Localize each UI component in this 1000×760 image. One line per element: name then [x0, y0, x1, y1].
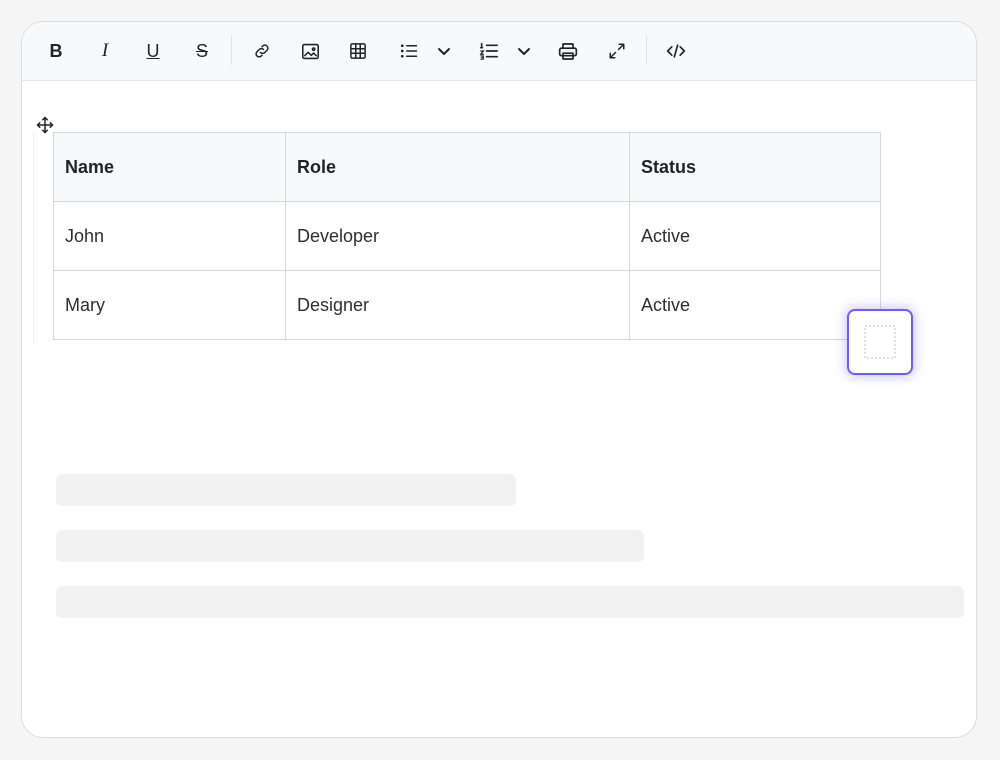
fullscreen-icon	[609, 43, 625, 59]
table-header-row: Name Role Status	[53, 132, 881, 202]
resize-grip-icon	[864, 325, 896, 359]
table-resize-handle[interactable]	[847, 309, 913, 375]
code-icon	[666, 44, 686, 58]
table-cell[interactable]: John	[53, 201, 286, 271]
toolbar-separator	[231, 35, 232, 65]
table-cell[interactable]: Active	[629, 201, 881, 271]
underline-icon: U	[146, 40, 160, 61]
print-icon	[558, 42, 578, 60]
table-header-cell[interactable]: Name	[53, 132, 286, 202]
data-table: Name Role Status John Developer Active M…	[53, 132, 881, 340]
table-cell[interactable]: Developer	[285, 201, 630, 271]
image-button[interactable]	[298, 37, 322, 65]
link-button[interactable]	[250, 37, 274, 65]
toolbar-separator	[646, 35, 647, 65]
bullet-list-dropdown[interactable]	[433, 37, 455, 65]
skeleton-line	[56, 530, 644, 562]
move-icon	[36, 116, 54, 134]
numbered-list-icon	[479, 42, 498, 60]
italic-icon: I	[101, 40, 109, 61]
strikethrough-button[interactable]: S	[190, 37, 214, 65]
source-code-button[interactable]	[664, 37, 688, 65]
table-header-cell[interactable]: Status	[629, 132, 881, 202]
table-cell[interactable]: Mary	[53, 270, 286, 340]
numbered-list-button[interactable]	[477, 37, 501, 65]
table-header-cell[interactable]: Role	[285, 132, 630, 202]
underline-button[interactable]: U	[141, 37, 165, 65]
table-row: John Developer Active	[53, 201, 881, 271]
numbered-list-dropdown[interactable]	[513, 37, 535, 65]
skeleton-line	[56, 586, 964, 618]
table-row: Mary Designer Active	[53, 270, 881, 340]
rich-text-editor[interactable]: B I U S Name Role Status John Developer …	[21, 21, 977, 738]
bold-button[interactable]: B	[44, 37, 68, 65]
chevron-down-icon	[438, 48, 450, 55]
strikethrough-icon: S	[195, 40, 208, 61]
bullet-list-icon	[400, 44, 418, 58]
link-icon	[255, 44, 269, 58]
image-icon	[301, 43, 319, 59]
editor-toolbar: B I U S	[22, 22, 976, 81]
skeleton-line	[56, 474, 516, 506]
chevron-down-icon	[518, 48, 530, 55]
bullet-list-button[interactable]	[397, 37, 421, 65]
fullscreen-button[interactable]	[605, 37, 629, 65]
table-move-handle[interactable]	[36, 116, 54, 134]
table-cell[interactable]: Designer	[285, 270, 630, 340]
italic-button[interactable]: I	[93, 37, 117, 65]
table-cell[interactable]: Active	[629, 270, 881, 340]
print-button[interactable]	[556, 37, 580, 65]
table-button[interactable]	[346, 37, 370, 65]
table-selection-guide	[33, 133, 34, 343]
bold-icon: B	[49, 40, 63, 61]
table-icon	[350, 43, 366, 59]
